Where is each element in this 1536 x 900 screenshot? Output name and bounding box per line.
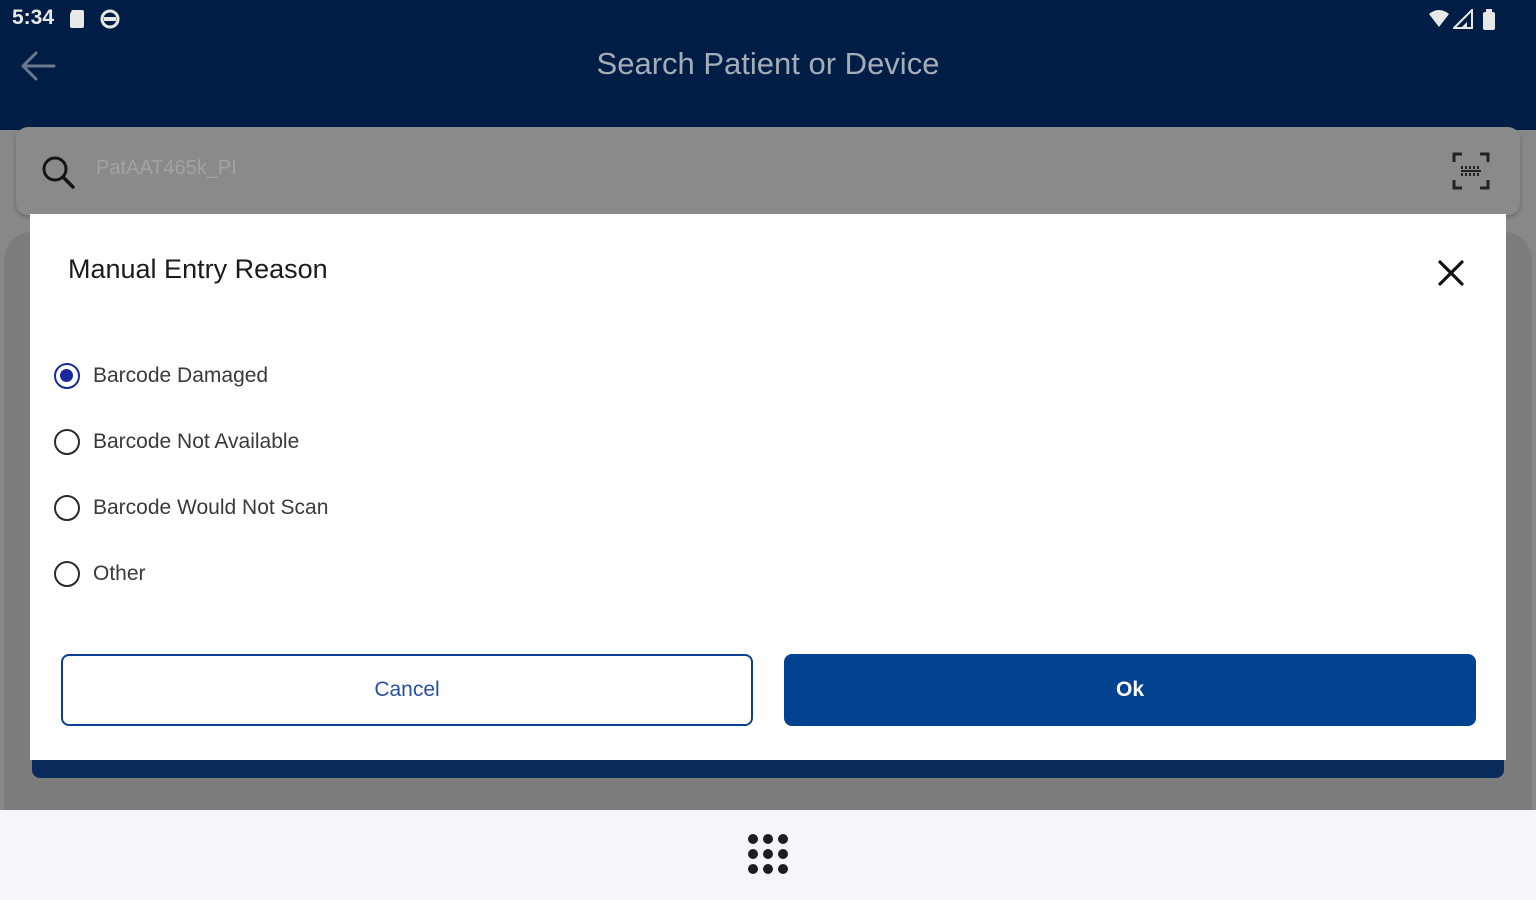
reason-option-barcode-not-available[interactable]: Barcode Not Available [54,422,299,462]
sync-icon [99,9,121,34]
radio-button[interactable] [54,561,80,587]
search-input[interactable]: PatAAT465k_PI [96,157,237,180]
radio-button[interactable] [54,429,80,455]
option-label: Barcode Would Not Scan [93,496,329,519]
option-label: Barcode Not Available [93,430,300,453]
radio-button-selected[interactable] [54,363,80,389]
cancel-button[interactable]: Cancel [61,654,753,726]
battery-icon [1482,9,1496,36]
radio-button[interactable] [54,495,80,521]
option-label: Barcode Damaged [93,364,269,387]
reason-option-other[interactable]: Other [54,554,146,594]
barcode-scan-icon[interactable] [1452,152,1490,195]
app-drawer-icon[interactable] [748,834,788,874]
ok-button[interactable]: Ok [784,654,1476,726]
close-icon[interactable] [1432,254,1470,297]
option-label: Other [93,562,146,585]
search-icon [40,154,76,195]
signal-icon [1451,7,1473,34]
reason-option-barcode-would-not-scan[interactable]: Barcode Would Not Scan [54,488,328,528]
status-time: 5:34 [12,6,55,29]
reason-option-barcode-damaged[interactable]: Barcode Damaged [54,356,268,396]
sd-card-icon [68,9,86,34]
wifi-icon [1428,9,1450,34]
search-bar[interactable] [16,127,1520,215]
dialog-title: Manual Entry Reason [68,254,328,284]
page-title: Search Patient or Device [596,46,940,81]
